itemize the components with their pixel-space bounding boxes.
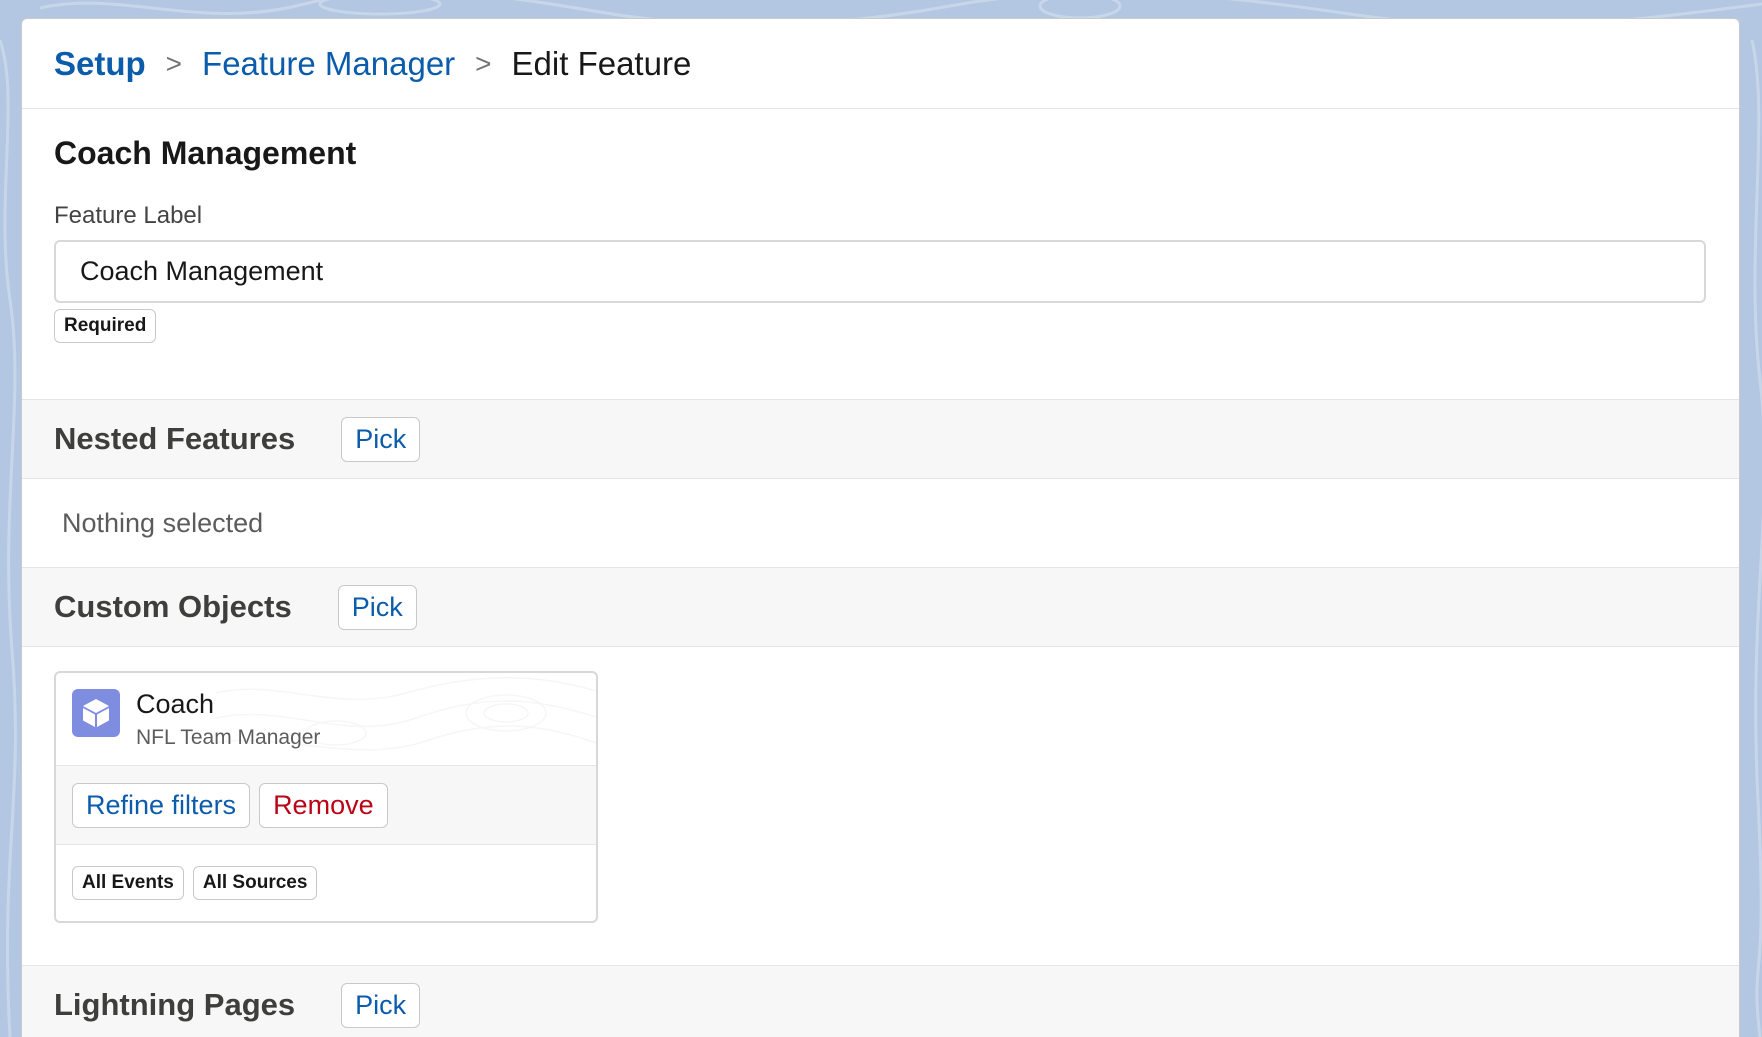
custom-object-card: Coach NFL Team Manager Refine filters Re… (54, 671, 598, 923)
refine-filters-button[interactable]: Refine filters (72, 782, 251, 828)
lightning-pages-header: Lightning Pages Pick (22, 965, 1739, 1037)
custom-object-actions: Refine filters Remove (56, 765, 596, 845)
custom-objects-title: Custom Objects (54, 589, 292, 624)
breadcrumb-current-page: Edit Feature (511, 44, 692, 82)
breadcrumb: Setup > Feature Manager > Edit Feature (22, 19, 1739, 109)
nested-features-title: Nested Features (54, 421, 296, 456)
tag-all-sources: All Sources (192, 866, 318, 900)
breadcrumb-separator: > (165, 47, 183, 79)
lightning-pages-title: Lightning Pages (54, 987, 296, 1022)
custom-object-tags: All Events All Sources (56, 845, 596, 921)
breadcrumb-feature-manager-link[interactable]: Feature Manager (202, 45, 455, 83)
feature-form: Coach Management Feature Label Coach Man… (22, 109, 1739, 399)
remove-button[interactable]: Remove (259, 782, 388, 828)
lightning-pages-pick-button[interactable]: Pick (341, 982, 421, 1028)
custom-object-name: Coach (136, 689, 215, 719)
tag-all-events: All Events (72, 866, 184, 900)
custom-object-subtitle: NFL Team Manager (136, 726, 321, 749)
page-title: Coach Management (54, 135, 357, 171)
custom-objects-header: Custom Objects Pick (22, 567, 1739, 647)
custom-objects-pick-button[interactable]: Pick (337, 584, 417, 630)
custom-object-header: Coach NFL Team Manager (56, 673, 596, 765)
edit-feature-card: Setup > Feature Manager > Edit Feature C… (21, 18, 1740, 1037)
custom-object-info: Coach NFL Team Manager (136, 689, 320, 750)
nested-features-pick-button[interactable]: Pick (341, 416, 421, 462)
required-badge: Required (54, 309, 157, 343)
cube-icon (72, 689, 120, 737)
nested-features-empty: Nothing selected (62, 507, 264, 538)
nested-features-header: Nested Features Pick (22, 399, 1739, 479)
feature-label-label: Feature Label (54, 202, 203, 229)
breadcrumb-separator: > (475, 47, 492, 79)
feature-label-input[interactable]: Coach Management (54, 240, 1706, 303)
breadcrumb-setup-link[interactable]: Setup (54, 45, 146, 83)
custom-objects-list: Coach NFL Team Manager Refine filters Re… (22, 647, 1739, 965)
